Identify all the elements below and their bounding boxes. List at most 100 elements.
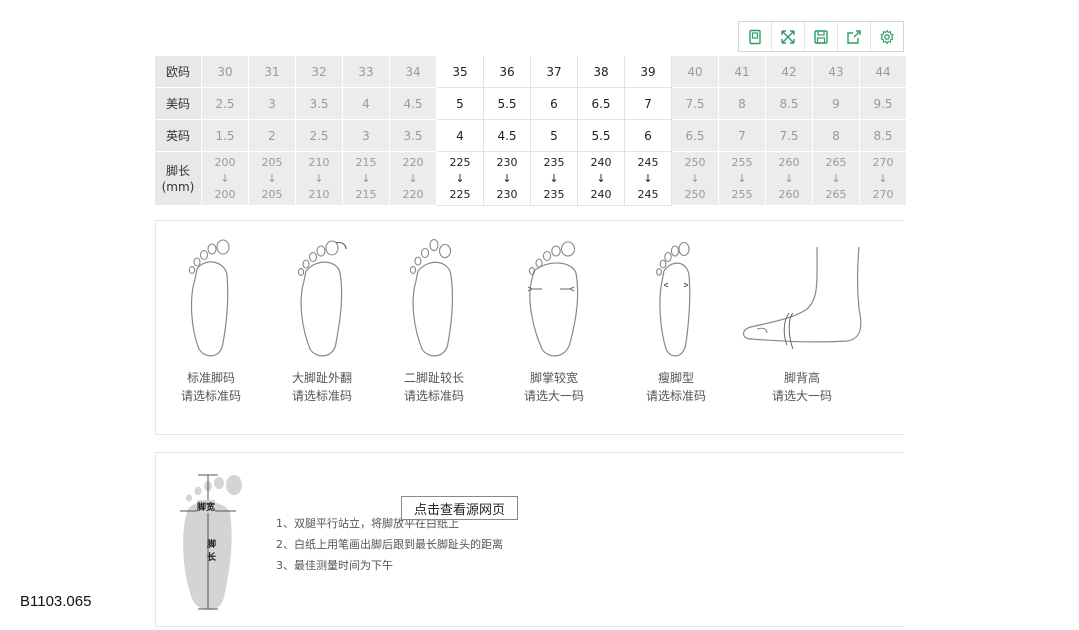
foot-length-label-1: 脚 xyxy=(207,537,216,550)
expand-icon xyxy=(780,29,796,45)
size-cell: 4.5 xyxy=(390,88,437,120)
down-arrow-icon: ↓ xyxy=(343,171,389,187)
size-cell: 6 xyxy=(531,88,578,120)
size-cell: 30 xyxy=(202,56,249,88)
measure-steps: 1、双腿平行站立，将脚放平在白纸上 2、白纸上用笔画出脚后跟到最长脚趾头的距离 … xyxy=(276,513,503,576)
foot-type-name: 大脚趾外翻 xyxy=(284,369,360,387)
size-cell: 3 xyxy=(343,120,390,152)
measure-step-3: 3、最佳测量时间为下午 xyxy=(276,555,503,576)
down-arrow-icon: ↓ xyxy=(766,171,812,187)
slim-foot-icon xyxy=(646,239,706,359)
length-to: 235 xyxy=(531,187,577,203)
length-to: 200 xyxy=(202,187,248,203)
foot-type-name: 脚背高 xyxy=(732,369,872,387)
foot-type-name: 标准脚码 xyxy=(176,369,246,387)
down-arrow-icon: ↓ xyxy=(249,171,295,187)
size-cell: 5.5 xyxy=(578,120,625,152)
length-to: 225 xyxy=(437,187,483,203)
us-size-row: 美码2.533.544.555.566.577.588.599.5 xyxy=(155,88,907,120)
down-arrow-icon: ↓ xyxy=(625,171,671,187)
length-to: 215 xyxy=(343,187,389,203)
foot-length-cell: 210↓210 xyxy=(296,152,343,206)
share-button[interactable] xyxy=(838,22,871,51)
eu-size-row: 欧码303132333435363738394041424344 xyxy=(155,56,907,88)
length-from: 245 xyxy=(625,155,671,171)
wide-foot-icon xyxy=(524,239,584,359)
bunion-foot-icon xyxy=(292,239,352,359)
foot-length-cell: 225↓225 xyxy=(437,152,484,206)
length-from: 235 xyxy=(531,155,577,171)
down-arrow-icon: ↓ xyxy=(202,171,248,187)
foot-type-bunion: 大脚趾外翻请选标准码 xyxy=(284,239,360,405)
foot-type-high-instep: 脚背高请选大一码 xyxy=(732,239,872,405)
foot-length-cell: 270↓270 xyxy=(860,152,907,206)
size-row-label: 美码 xyxy=(155,88,202,120)
down-arrow-icon: ↓ xyxy=(672,171,718,187)
length-from: 215 xyxy=(343,155,389,171)
size-cell: 4 xyxy=(343,88,390,120)
size-cell: 38 xyxy=(578,56,625,88)
length-to: 270 xyxy=(860,187,906,203)
size-cell: 8.5 xyxy=(766,88,813,120)
foot-length-cell: 245↓245 xyxy=(625,152,672,206)
settings-button[interactable] xyxy=(871,22,903,51)
down-arrow-icon: ↓ xyxy=(296,171,342,187)
foot-length-cell: 230↓230 xyxy=(484,152,531,206)
image-toolbar xyxy=(738,21,904,52)
size-cell: 2.5 xyxy=(202,88,249,120)
length-from: 270 xyxy=(860,155,906,171)
size-cell: 5.5 xyxy=(484,88,531,120)
length-to: 250 xyxy=(672,187,718,203)
size-row-label: 欧码 xyxy=(155,56,202,88)
length-from: 220 xyxy=(390,155,436,171)
foot-length-row: 脚长(mm)200↓200205↓205210↓210215↓215220↓22… xyxy=(155,152,907,206)
size-cell: 6.5 xyxy=(578,88,625,120)
uk-size-row: 英码1.522.533.544.555.566.577.588.5 xyxy=(155,120,907,152)
size-cell: 8.5 xyxy=(860,120,907,152)
foot-length-cell: 265↓265 xyxy=(813,152,860,206)
expand-button[interactable] xyxy=(772,22,805,51)
length-from: 260 xyxy=(766,155,812,171)
foot-width-label: 脚宽 xyxy=(197,500,215,513)
foot-type-advice: 请选标准码 xyxy=(284,387,360,405)
length-to: 255 xyxy=(719,187,765,203)
size-cell: 1.5 xyxy=(202,120,249,152)
foot-length-cell: 240↓240 xyxy=(578,152,625,206)
foot-type-wide: 脚掌较宽请选大一码 xyxy=(516,239,592,405)
length-from: 225 xyxy=(437,155,483,171)
size-cell: 33 xyxy=(343,56,390,88)
down-arrow-icon: ↓ xyxy=(437,171,483,187)
length-to: 245 xyxy=(625,187,671,203)
foot-length-cell: 205↓205 xyxy=(249,152,296,206)
view-source-page-button[interactable]: 点击查看源网页 xyxy=(401,496,518,520)
bookmark-button[interactable] xyxy=(739,22,772,51)
foot-length-cell: 215↓215 xyxy=(343,152,390,206)
down-arrow-icon: ↓ xyxy=(484,171,530,187)
foot-length-header: 脚长(mm) xyxy=(155,152,202,206)
measure-step-2: 2、白纸上用笔画出脚后跟到最长脚趾头的距离 xyxy=(276,534,503,555)
size-cell: 9.5 xyxy=(860,88,907,120)
size-cell: 3.5 xyxy=(296,88,343,120)
size-cell: 34 xyxy=(390,56,437,88)
long-second-toe-foot-icon xyxy=(404,239,464,359)
size-cell: 2.5 xyxy=(296,120,343,152)
foot-type-name: 脚掌较宽 xyxy=(516,369,592,387)
foot-type-advice: 请选大一码 xyxy=(516,387,592,405)
size-cell: 7.5 xyxy=(766,120,813,152)
size-cell: 42 xyxy=(766,56,813,88)
foot-type-slim: 瘦脚型请选标准码 xyxy=(638,239,714,405)
save-button[interactable] xyxy=(805,22,838,51)
foot-type-long-second-toe: 二脚趾较长请选标准码 xyxy=(396,239,472,405)
length-from: 255 xyxy=(719,155,765,171)
foot-type-standard: 标准脚码请选标准码 xyxy=(176,239,246,405)
size-chart-table: 欧码303132333435363738394041424344 美码2.533… xyxy=(155,56,907,206)
high-instep-foot-icon xyxy=(737,239,867,359)
size-cell: 31 xyxy=(249,56,296,88)
size-cell: 40 xyxy=(672,56,719,88)
length-to: 210 xyxy=(296,187,342,203)
size-cell: 37 xyxy=(531,56,578,88)
foot-length-unit: (mm) xyxy=(162,180,195,194)
length-from: 250 xyxy=(672,155,718,171)
length-from: 200 xyxy=(202,155,248,171)
size-cell: 36 xyxy=(484,56,531,88)
